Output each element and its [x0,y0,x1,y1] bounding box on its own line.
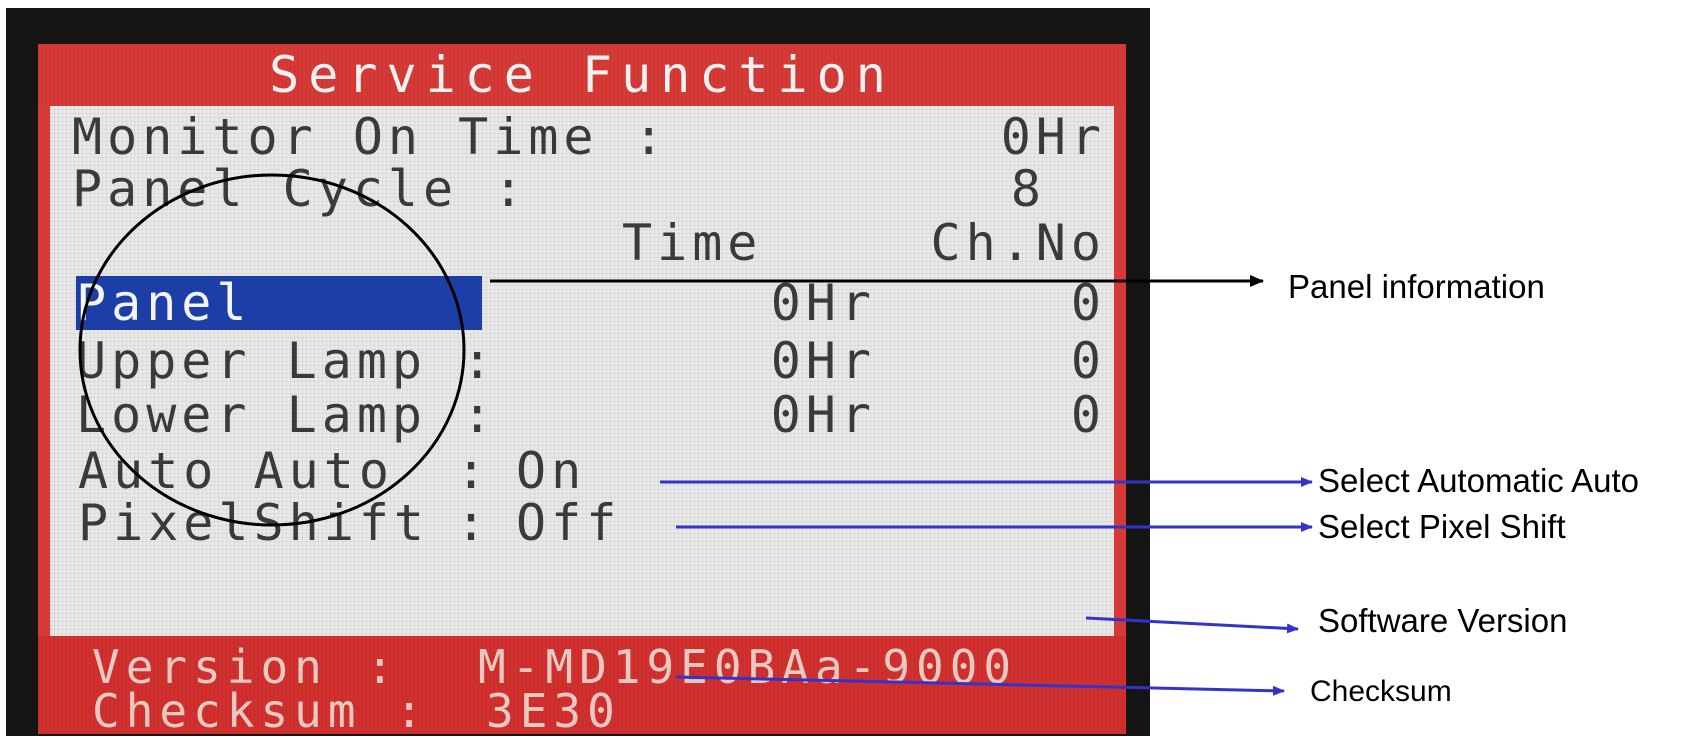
software-version-arrow [1085,616,1299,634]
annotation-checksum: Checksum [1310,675,1452,708]
checksum-arrow [675,675,1285,696]
annotation-auto: Select Automatic Auto [1318,462,1640,499]
annotation-software-version: Software Version [1318,602,1568,639]
annotation-panel-information: Panel information [1288,268,1545,305]
annotation-pixel-shift: Select Pixel Shift [1318,508,1566,545]
highlight-circle [78,173,466,527]
